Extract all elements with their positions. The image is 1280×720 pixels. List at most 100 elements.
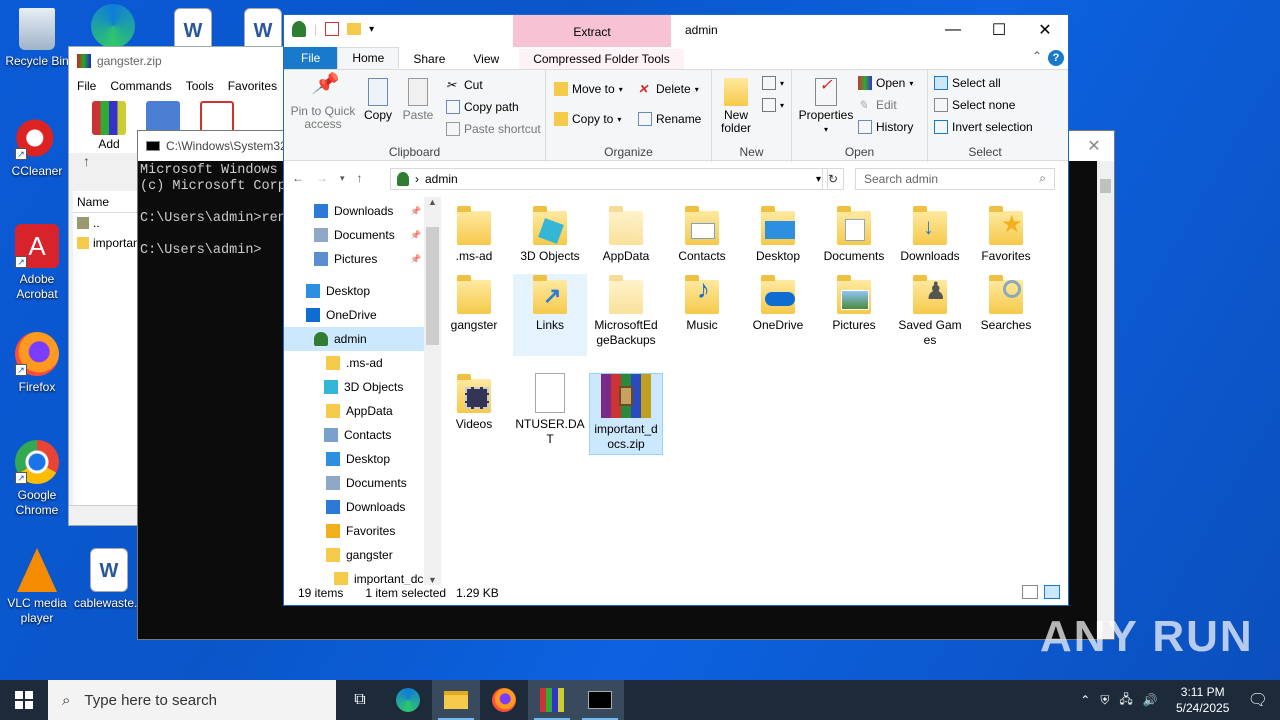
history-button[interactable]: History: [858, 120, 913, 134]
file-item-ms-ad[interactable]: .ms-ad: [437, 205, 511, 264]
winrar-titlebar[interactable]: gangster.zip: [69, 47, 287, 75]
pin-icon[interactable]: 📌: [410, 254, 421, 265]
nav-item-favorites[interactable]: Favorites: [326, 519, 395, 543]
properties-button[interactable]: ✓ Properties ▾: [796, 78, 856, 136]
winrar-menu-tools[interactable]: Tools: [186, 79, 214, 93]
network-icon[interactable]: 🖧: [1119, 690, 1132, 711]
qat-dropdown-icon[interactable]: ▾: [369, 24, 374, 35]
rename-button[interactable]: Rename: [638, 112, 701, 126]
file-item-videos[interactable]: Videos: [437, 373, 511, 432]
breadcrumb-admin[interactable]: admin: [425, 172, 458, 186]
nav-item-desktop[interactable]: Desktop: [326, 447, 390, 471]
file-item-downloads[interactable]: ↓ Downloads: [893, 205, 967, 264]
desktop-icon-chrome[interactable]: ↗ Google Chrome: [0, 440, 74, 518]
extract-context-tab[interactable]: Extract: [513, 15, 671, 47]
details-view-icon[interactable]: [1022, 585, 1038, 599]
up-arrow-icon[interactable]: ↑: [357, 171, 363, 185]
select-none-button[interactable]: Select none: [934, 98, 1015, 112]
desktop-icon-edge[interactable]: [76, 4, 150, 52]
paste-button[interactable]: Paste: [400, 78, 436, 122]
taskbar-search-box[interactable]: ⌕ Type here to search: [48, 680, 336, 720]
tab-file[interactable]: File: [284, 47, 338, 69]
file-item-onedrive[interactable]: OneDrive: [741, 274, 815, 333]
new-item-button[interactable]: ▾: [762, 76, 784, 90]
address-bar[interactable]: › admin ▾: [390, 168, 828, 190]
file-item-pictures[interactable]: Pictures: [817, 274, 891, 333]
tab-view[interactable]: View: [459, 49, 513, 69]
file-item-gangster[interactable]: gangster: [437, 274, 511, 333]
file-item-favorites[interactable]: ★ Favorites: [969, 205, 1043, 264]
refresh-button[interactable]: ↻: [822, 168, 844, 190]
desktop-icon-acrobat[interactable]: A ↗ Adobe Acrobat: [0, 224, 74, 302]
easy-access-button[interactable]: ▾: [762, 98, 784, 112]
file-item-desktop[interactable]: Desktop: [741, 205, 815, 264]
winrar-menu-favorites[interactable]: Favorites: [228, 79, 277, 93]
tray-overflow-icon[interactable]: ⌃: [1080, 693, 1090, 707]
file-item-appdata[interactable]: AppData: [589, 205, 663, 264]
tab-compressed-folder-tools[interactable]: Compressed Folder Tools: [519, 49, 684, 69]
back-arrow-icon[interactable]: ←: [292, 171, 304, 185]
taskbar-file-explorer[interactable]: [432, 680, 480, 720]
nav-item-pictures[interactable]: Pictures 📌: [314, 247, 421, 271]
pin-quick-access-button[interactable]: 📌 Pin to Quick access: [288, 74, 358, 131]
forward-arrow-icon[interactable]: →: [316, 171, 328, 185]
explorer-window[interactable]: | ▾ Extract admin — ☐ ✕ File Home Share …: [283, 14, 1069, 606]
nav-item-3d-objects[interactable]: 3D Objects: [324, 375, 403, 399]
nav-item-onedrive[interactable]: OneDrive: [306, 303, 377, 327]
nav-item-documents[interactable]: Documents: [326, 471, 407, 495]
nav-item-downloads[interactable]: Downloads 📌: [314, 199, 421, 223]
desktop-icon-ccleaner[interactable]: ↗ CCleaner: [0, 116, 74, 179]
winrar-add-button[interactable]: Add: [89, 101, 129, 153]
task-view-button[interactable]: ⧉: [336, 680, 384, 720]
nav-item-admin[interactable]: admin: [284, 327, 424, 351]
pin-icon[interactable]: 📌: [410, 206, 421, 217]
file-item-music[interactable]: ♪ Music: [665, 274, 739, 333]
search-input[interactable]: Search admin ⌕: [855, 168, 1055, 190]
taskbar-winrar[interactable]: [528, 680, 576, 720]
nav-item-ms-ad[interactable]: .ms-ad: [326, 351, 383, 375]
maximize-button[interactable]: ☐: [976, 15, 1022, 45]
taskbar-edge[interactable]: [384, 680, 432, 720]
cut-button[interactable]: ✂ Cut: [446, 78, 483, 92]
notification-icon[interactable]: 🗨: [1248, 690, 1268, 710]
copy-to-button[interactable]: Copy to ▾: [554, 112, 621, 126]
winrar-menu-file[interactable]: File: [77, 79, 96, 93]
nav-item-downloads[interactable]: Downloads: [326, 495, 405, 519]
nav-item-gangster[interactable]: gangster: [326, 543, 393, 567]
large-icons-view-icon[interactable]: [1044, 585, 1060, 599]
close-button[interactable]: ✕: [1022, 15, 1068, 45]
nav-item-documents[interactable]: Documents 📌: [314, 223, 421, 247]
explorer-titlebar[interactable]: | ▾ Extract admin — ☐ ✕: [284, 15, 1068, 47]
new-folder-qat-icon[interactable]: [347, 23, 362, 35]
copy-button[interactable]: Copy: [360, 78, 396, 122]
file-item-3d-objects[interactable]: 3D Objects: [513, 205, 587, 264]
tab-home[interactable]: Home: [337, 47, 400, 69]
file-item-documents[interactable]: Documents: [817, 205, 891, 264]
new-folder-button[interactable]: New folder: [716, 78, 756, 135]
minimize-button[interactable]: —: [930, 15, 976, 45]
desktop-icon-firefox[interactable]: ↗ Firefox: [0, 332, 74, 395]
clock[interactable]: 3:11 PM 5/24/2025: [1168, 684, 1238, 716]
file-item-searches[interactable]: Searches: [969, 274, 1043, 333]
nav-item-contacts[interactable]: Contacts: [324, 423, 391, 447]
tab-share[interactable]: Share: [399, 49, 459, 69]
winrar-menu-commands[interactable]: Commands: [110, 79, 171, 93]
desktop-icon-cablewaste[interactable]: W cablewaste...: [72, 548, 146, 611]
address-dropdown-icon[interactable]: ▾: [816, 174, 821, 185]
security-icon[interactable]: ⛨: [1100, 693, 1109, 708]
collapse-ribbon-icon[interactable]: ⌃: [1032, 49, 1042, 63]
nav-item-desktop[interactable]: Desktop: [306, 279, 370, 303]
properties-qat-icon[interactable]: [325, 22, 340, 36]
open-button[interactable]: Open ▾: [858, 76, 913, 90]
file-item-important-docs-zip[interactable]: important_docs.zip: [589, 373, 663, 455]
recent-dropdown-icon[interactable]: ▾: [340, 173, 345, 184]
file-item-contacts[interactable]: Contacts: [665, 205, 739, 264]
paste-shortcut-button[interactable]: Paste shortcut: [446, 122, 541, 136]
nav-item-appdata[interactable]: AppData: [326, 399, 393, 423]
select-all-button[interactable]: Select all: [934, 76, 1001, 90]
delete-button[interactable]: ✕ Delete ▾: [638, 82, 699, 96]
start-button[interactable]: [0, 680, 48, 720]
volume-icon[interactable]: 🔊: [1143, 693, 1158, 707]
taskbar-cmd[interactable]: [576, 680, 624, 720]
file-item-links[interactable]: ↗ Links: [513, 274, 587, 356]
